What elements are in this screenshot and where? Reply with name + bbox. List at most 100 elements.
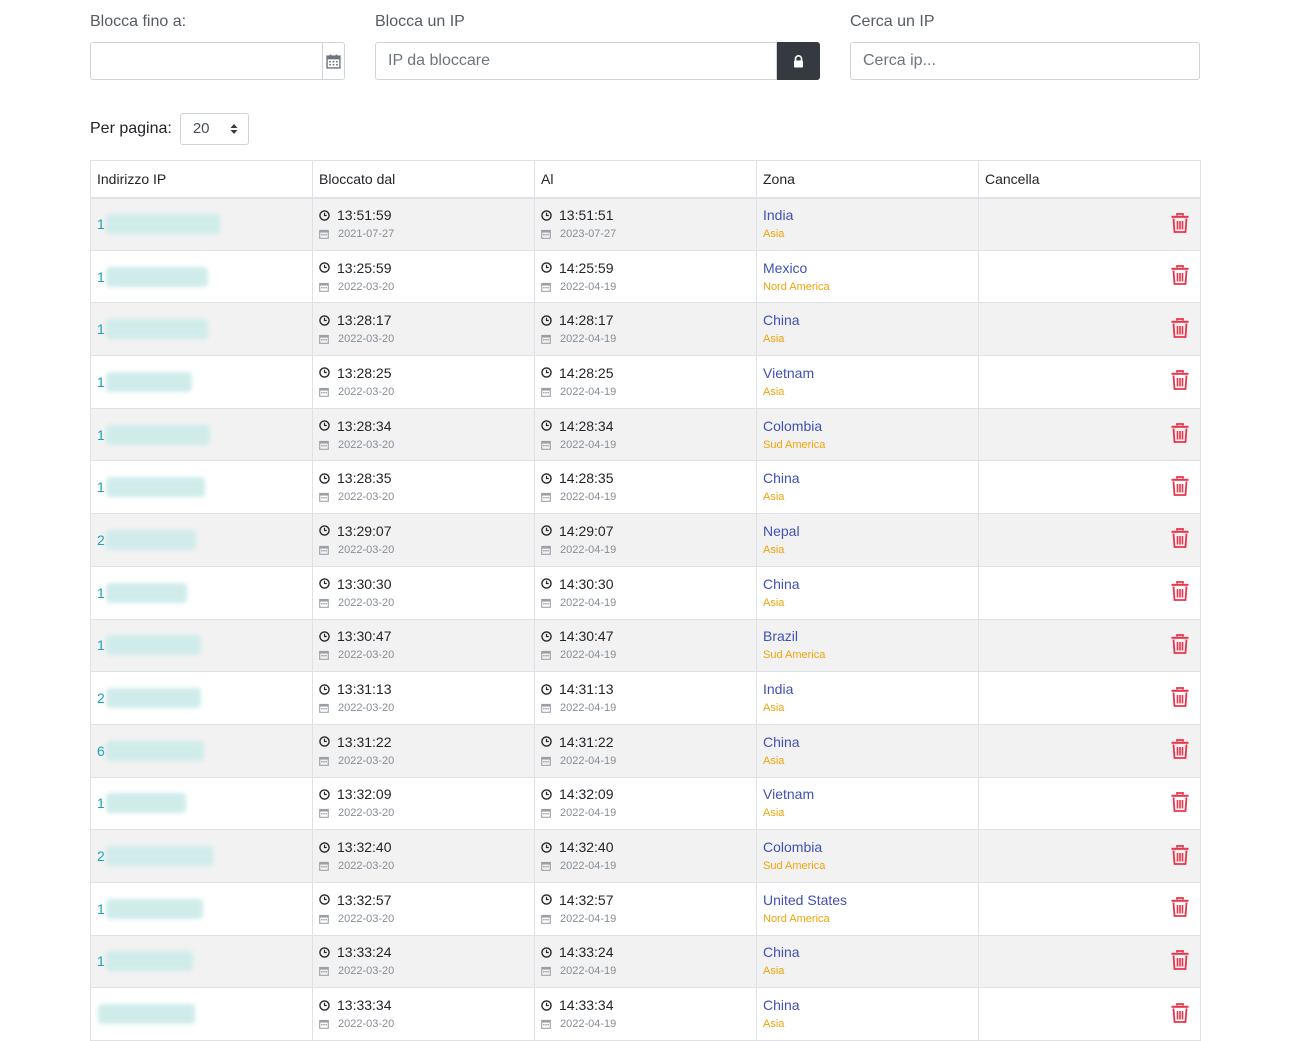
country-link[interactable]: China [763, 469, 972, 487]
ip-address[interactable]: 2 [97, 846, 306, 867]
ip-address[interactable]: 1 [97, 371, 306, 392]
country-link[interactable]: India [763, 206, 972, 224]
delete-button[interactable] [1171, 370, 1189, 393]
continent-label: Asia [763, 965, 785, 978]
blocked-since-cell: 13:32:40 2022-03-20 [312, 829, 535, 883]
delete-button[interactable] [1171, 686, 1189, 710]
blocked-until-time: 14:32:57 [541, 891, 750, 909]
trash-icon [1171, 1002, 1189, 1023]
blocked-until-cell: 14:30:30 2022-04-19 [534, 565, 757, 620]
header-zone[interactable]: Zona [756, 160, 979, 199]
calendar-icon [319, 967, 329, 977]
country-link[interactable]: China [763, 575, 972, 593]
delete-button[interactable] [1171, 581, 1189, 604]
clock-icon [319, 789, 330, 800]
ip-address[interactable] [97, 1004, 306, 1025]
table-row: 1 13:28:17 2022-03-20 14:28:17 2022-04-1… [90, 302, 1201, 357]
ip-address[interactable]: 1 [97, 477, 306, 498]
country-link[interactable]: China [763, 996, 972, 1014]
blocked-until-cell: 14:29:07 2022-04-19 [534, 513, 757, 567]
delete-button[interactable] [1171, 739, 1189, 762]
ip-address[interactable]: 1 [97, 214, 306, 235]
delete-button[interactable] [1171, 528, 1189, 551]
delete-button[interactable] [1171, 950, 1189, 973]
blocked-until-time-text: 14:28:17 [559, 312, 614, 329]
country-link[interactable]: Colombia [763, 838, 972, 856]
continent-label: Asia [763, 702, 785, 715]
ip-address[interactable]: 1 [97, 951, 306, 972]
calendar-icon [541, 335, 551, 345]
country-link[interactable]: United States [763, 891, 972, 909]
ip-address[interactable]: 1 [97, 898, 306, 919]
country-link[interactable]: Vietnam [763, 785, 972, 803]
delete-button[interactable] [1171, 1002, 1189, 1026]
ip-cell: 1 [90, 355, 313, 409]
blocked-until-time: 14:29:07 [541, 522, 750, 540]
country-link[interactable]: China [763, 733, 972, 751]
ip-address[interactable]: 1 [97, 635, 306, 656]
blocked-since-date: 2022-03-20 [319, 805, 528, 821]
country-link[interactable]: Brazil [763, 627, 972, 645]
delete-button[interactable] [1171, 212, 1189, 236]
ip-address[interactable]: 2 [97, 688, 306, 709]
block-ip-input[interactable] [375, 42, 777, 80]
delete-button[interactable] [1171, 792, 1189, 815]
delete-button[interactable] [1171, 844, 1189, 868]
country-link[interactable]: Nepal [763, 522, 972, 540]
clock-icon [541, 841, 552, 853]
clock-icon [541, 894, 552, 906]
calendar-icon [319, 598, 329, 608]
blocked-until-date: 2022-04-19 [541, 595, 750, 611]
calendar-icon [319, 282, 329, 292]
date-picker-button[interactable] [323, 42, 345, 80]
delete-button[interactable] [1171, 475, 1189, 499]
trash-icon [1171, 317, 1189, 338]
header-ip-address[interactable]: Indirizzo IP [90, 160, 313, 199]
block-until-date-input[interactable] [90, 42, 323, 80]
continent-label: Asia [763, 596, 785, 609]
country-link[interactable]: India [763, 680, 972, 698]
delete-button[interactable] [1171, 317, 1189, 341]
delete-button[interactable] [1171, 633, 1189, 657]
trash-icon [1171, 423, 1189, 443]
block-ip-button[interactable] [777, 42, 820, 80]
blocked-until-time: 14:31:13 [541, 680, 750, 698]
country-link[interactable]: Colombia [763, 417, 972, 435]
calendar-icon [541, 703, 551, 713]
ip-address[interactable]: 1 [97, 793, 306, 814]
ip-redacted-blur [105, 477, 205, 498]
header-blocked-until[interactable]: Al [534, 160, 757, 199]
ip-first-char: 1 [97, 321, 105, 338]
calendar-icon [541, 651, 551, 661]
ip-redacted-blur [105, 688, 201, 709]
country-link[interactable]: Mexico [763, 259, 972, 277]
ip-address[interactable]: 6 [97, 740, 306, 761]
country-link[interactable]: China [763, 311, 972, 329]
delete-button[interactable] [1171, 897, 1189, 920]
ip-address[interactable]: 1 [97, 424, 306, 445]
calendar-icon [541, 914, 551, 924]
ip-redacted-blur [105, 319, 208, 340]
ip-first-char: 1 [97, 373, 105, 390]
per-page-select[interactable]: 20 [179, 113, 249, 145]
ip-first-char: 1 [97, 584, 105, 601]
header-blocked-since[interactable]: Bloccato dal [312, 160, 535, 199]
ip-address[interactable]: 1 [97, 319, 306, 340]
blocked-since-time-text: 13:25:59 [337, 259, 392, 276]
clock-icon [541, 683, 552, 695]
blocked-until-time: 14:31:22 [541, 733, 750, 751]
blocked-since-date-text: 2022-03-20 [338, 333, 395, 346]
blocked-since-date-text: 2022-03-20 [338, 596, 395, 609]
delete-cell [978, 671, 1201, 725]
country-link[interactable]: Vietnam [763, 364, 972, 382]
ip-first-char: 2 [97, 848, 105, 865]
search-ip-input[interactable] [850, 42, 1200, 80]
country-link[interactable]: China [763, 943, 972, 961]
ip-address[interactable]: 1 [97, 582, 306, 603]
delete-button[interactable] [1171, 423, 1189, 446]
blocked-since-date: 2021-07-27 [319, 226, 528, 242]
ip-address[interactable]: 1 [97, 266, 306, 287]
delete-button[interactable] [1171, 265, 1189, 288]
ip-address[interactable]: 2 [97, 529, 306, 550]
clock-icon [541, 525, 552, 537]
